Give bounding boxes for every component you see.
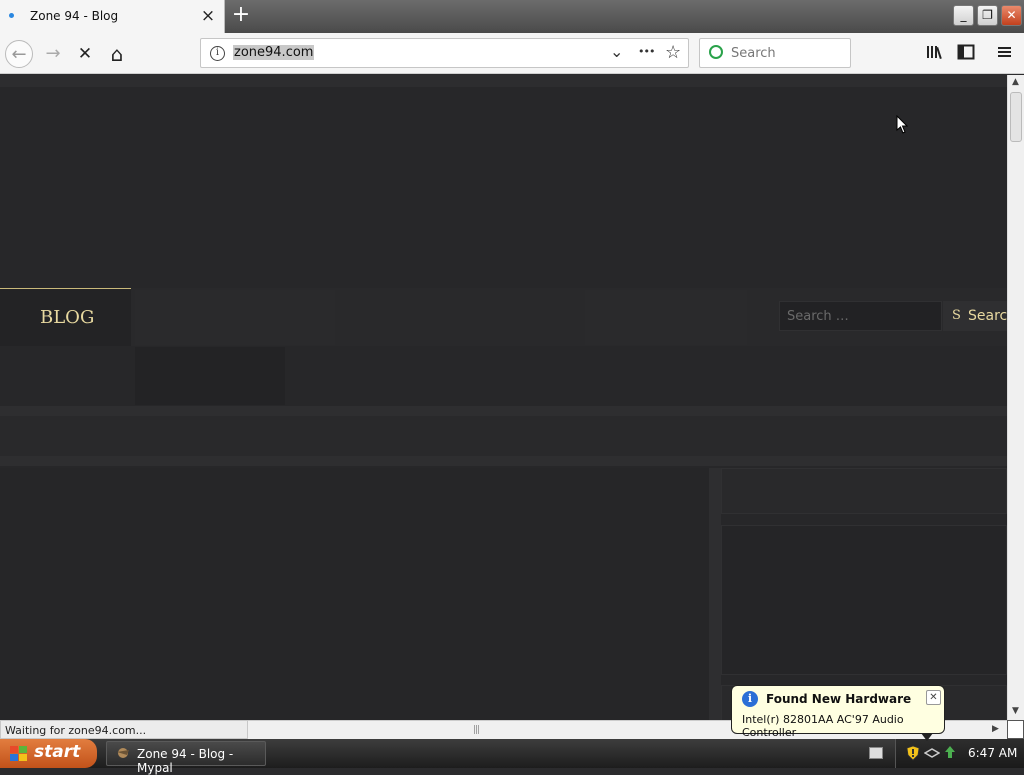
page-top-band	[0, 75, 1007, 87]
bookmark-star-icon[interactable]: ☆	[665, 42, 681, 63]
balloon-pointer	[921, 733, 933, 741]
balloon-message: Intel(r) 82801AA AC'97 Audio Controller	[742, 713, 904, 739]
search-button-icon: S	[952, 308, 961, 323]
safely-remove-hardware-icon[interactable]	[943, 745, 957, 760]
main-content	[0, 468, 709, 720]
site-search-input[interactable]: Search …	[779, 301, 942, 331]
loading-indicator-icon	[9, 13, 14, 18]
breadcrumb-band	[0, 416, 1007, 456]
mouse-cursor-icon	[896, 114, 909, 135]
balloon-close-icon[interactable]: ✕	[926, 690, 941, 705]
url-text[interactable]: zone94.com	[233, 45, 315, 60]
info-icon: i	[742, 691, 758, 707]
page-actions-icon[interactable]: •••	[638, 45, 655, 58]
hardware-notification-balloon[interactable]: i Found New Hardware ✕ Intel(r) 82801AA …	[731, 685, 945, 739]
windows-logo-icon	[9, 745, 29, 763]
site-info-icon[interactable]: i	[210, 46, 225, 61]
clock[interactable]: 6:47 AM	[968, 746, 1017, 760]
vertical-scroll-thumb[interactable]	[1010, 92, 1022, 142]
site-header	[0, 87, 1007, 287]
site-search-placeholder: Search …	[787, 309, 849, 324]
back-button[interactable]: ←	[5, 40, 33, 68]
search-placeholder: Search	[731, 46, 776, 61]
new-tab-button[interactable]: +	[229, 4, 253, 28]
divider	[0, 406, 1007, 416]
site-search-button-label: Search	[968, 308, 1007, 324]
balloon-title: Found New Hardware	[766, 692, 912, 706]
sidebar-widget	[721, 525, 1007, 675]
security-shield-icon[interactable]	[906, 745, 920, 761]
home-button[interactable]: ⌂	[103, 40, 131, 68]
nav-item-blog-label: BLOG	[40, 307, 95, 328]
browser-app-icon	[115, 746, 131, 760]
window-close-button[interactable]: ✕	[1001, 5, 1022, 26]
browser-search-bar[interactable]: Search	[699, 38, 851, 68]
nav-item-placeholder[interactable]	[340, 290, 580, 345]
forward-button[interactable]: →	[39, 40, 67, 68]
scrollbar-corner	[1007, 720, 1024, 739]
divider	[0, 456, 1007, 466]
search-engine-icon	[709, 45, 723, 59]
nav-item-placeholder[interactable]	[585, 290, 747, 345]
restore-button[interactable]: ❐	[977, 5, 998, 26]
vertical-scrollbar[interactable]: ▲ ▼	[1007, 75, 1024, 720]
sidebar-widget	[721, 468, 1007, 514]
nav-item-blog[interactable]: BLOG	[0, 288, 131, 346]
url-bar[interactable]: i zone94.com ⌄ ••• ☆	[200, 38, 689, 68]
keyboard-icon[interactable]	[869, 747, 883, 759]
scroll-right-icon[interactable]: ▶	[988, 722, 1003, 737]
minimize-button[interactable]: _	[953, 5, 974, 26]
nav-item-placeholder[interactable]	[135, 290, 335, 345]
status-bar: Waiting for zone94.com...	[0, 720, 248, 739]
dropdown-placeholder	[135, 347, 285, 405]
site-search-button[interactable]: S Search	[943, 301, 1007, 331]
tab-title: Zone 94 - Blog	[30, 9, 119, 23]
tab-close-icon[interactable]: ×	[199, 6, 217, 26]
network-icon[interactable]	[923, 746, 941, 760]
scroll-down-icon[interactable]: ▼	[1008, 704, 1023, 719]
scroll-up-icon[interactable]: ▲	[1008, 75, 1023, 90]
web-page: BLOG Search … S Search	[0, 75, 1007, 720]
sidebar-toggle-icon[interactable]	[957, 44, 975, 60]
menu-icon[interactable]	[996, 44, 1014, 60]
stop-button[interactable]: ✕	[71, 40, 99, 68]
browser-tab[interactable]: Zone 94 - Blog ×	[0, 0, 225, 33]
column-gap	[709, 468, 721, 720]
library-icon[interactable]	[926, 44, 944, 60]
url-dropdown-icon[interactable]: ⌄	[610, 42, 623, 61]
horizontal-scroll-thumb[interactable]: |||	[473, 725, 480, 735]
